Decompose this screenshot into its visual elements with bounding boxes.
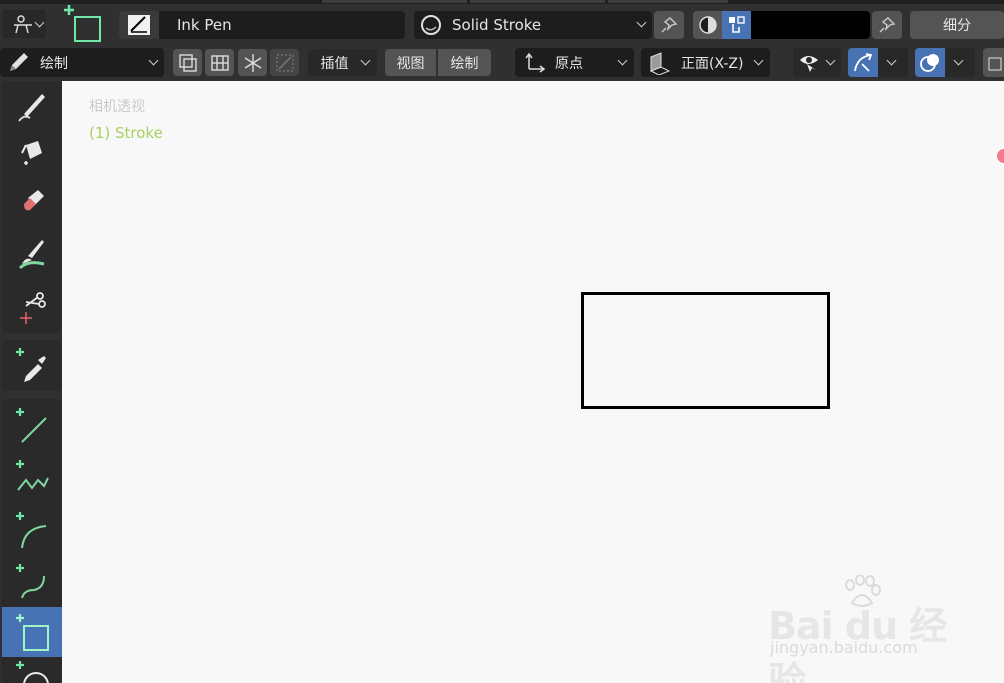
xray-icon bbox=[987, 56, 1002, 71]
pin-icon bbox=[661, 17, 678, 33]
navigation-gizmo-axis[interactable] bbox=[997, 149, 1004, 163]
active-tool-menu[interactable] bbox=[2, 10, 46, 38]
view-menu-label: 视图 bbox=[396, 55, 425, 72]
layers-icon bbox=[178, 53, 197, 72]
fill-tool[interactable] bbox=[2, 128, 62, 178]
gizmo-menu[interactable] bbox=[878, 48, 908, 77]
tool-header: Ink Pen Solid Stroke 细分 bbox=[0, 0, 1004, 45]
arc-icon bbox=[16, 512, 47, 549]
grid-lock-icon bbox=[210, 54, 229, 71]
subdivide-label: 细分 bbox=[943, 18, 971, 34]
curve-edit-toggle[interactable] bbox=[270, 49, 299, 76]
mode-label: 绘制 bbox=[40, 55, 68, 72]
orientation-selector[interactable]: 正面(X-Z) bbox=[641, 48, 770, 77]
eyedropper-icon bbox=[16, 348, 46, 382]
lock-material-toggle[interactable] bbox=[205, 49, 234, 76]
watermark: Bai du 经验 jingyan.baidu.com bbox=[768, 575, 968, 683]
material-sphere-icon bbox=[414, 11, 448, 39]
material-name: Solid Stroke bbox=[452, 16, 542, 34]
tool-settings-icon bbox=[14, 15, 32, 34]
eyedropper-tool[interactable] bbox=[2, 341, 62, 391]
curve-icon bbox=[16, 564, 45, 599]
snowflake-icon bbox=[244, 53, 261, 72]
circle-tool[interactable] bbox=[2, 659, 62, 683]
draw-menu-label: 绘制 bbox=[450, 55, 479, 72]
xray-toggle[interactable] bbox=[983, 48, 1004, 77]
header-edge bbox=[0, 0, 1004, 4]
eye-cursor-icon bbox=[800, 55, 818, 72]
material-color-mode-button[interactable] bbox=[693, 11, 722, 39]
brush-icon bbox=[18, 240, 45, 270]
polyline-icon bbox=[16, 460, 49, 491]
curve-tool[interactable] bbox=[2, 557, 62, 607]
pen-icon bbox=[18, 94, 45, 122]
subdivide-button[interactable]: 细分 bbox=[910, 11, 1004, 39]
overlay-menu[interactable] bbox=[945, 48, 975, 77]
pencil-mode-icon bbox=[10, 52, 28, 71]
stroke-color-swatch[interactable] bbox=[751, 11, 870, 39]
mode-selector[interactable]: 绘制 bbox=[0, 48, 164, 77]
polyline-tool[interactable] bbox=[2, 453, 62, 503]
orientation-label: 正面(X-Z) bbox=[681, 55, 744, 72]
interpolate-label: 插值 bbox=[320, 55, 349, 72]
vertex-paint-icon bbox=[728, 16, 745, 33]
object-visibility-menu[interactable] bbox=[793, 48, 841, 77]
scissors-icon bbox=[20, 292, 46, 324]
color-pin-button[interactable] bbox=[872, 11, 902, 39]
draw-tool[interactable] bbox=[2, 81, 62, 131]
interpolate-menu[interactable]: 插值 bbox=[308, 49, 377, 76]
material-selector[interactable]: Solid Stroke bbox=[414, 11, 652, 39]
viewport-object-name: (1) Stroke bbox=[89, 124, 163, 142]
axis-icon bbox=[525, 52, 546, 73]
snowflake-toggle[interactable] bbox=[238, 49, 267, 76]
gizmo-icon bbox=[854, 52, 873, 72]
box-tool-indicator-icon bbox=[60, 4, 104, 44]
cutter-tool[interactable] bbox=[2, 281, 62, 331]
pivot-label: 原点 bbox=[555, 55, 583, 72]
overlay-icon bbox=[920, 53, 939, 72]
pivot-selector[interactable]: 原点 bbox=[515, 48, 634, 77]
material-pin-button[interactable] bbox=[654, 11, 684, 39]
brush-name: Ink Pen bbox=[177, 16, 232, 34]
watermark-url: jingyan.baidu.com bbox=[770, 638, 918, 657]
multiframe-toggle[interactable] bbox=[173, 49, 202, 76]
plane-icon bbox=[649, 51, 671, 75]
line-tool[interactable] bbox=[2, 401, 62, 451]
line-icon bbox=[16, 408, 47, 443]
dotted-curve-icon bbox=[275, 53, 294, 72]
bucket-icon bbox=[21, 141, 42, 165]
drawn-rectangle-stroke[interactable] bbox=[581, 292, 830, 409]
vertex-color-mode-button[interactable] bbox=[722, 11, 751, 39]
view-menu[interactable]: 视图 bbox=[385, 49, 436, 76]
pin-icon bbox=[879, 17, 896, 33]
brush-preview-icon bbox=[119, 11, 159, 39]
box-tool[interactable] bbox=[2, 607, 62, 657]
overlay-toggle[interactable] bbox=[915, 48, 945, 77]
brush-selector[interactable]: Ink Pen bbox=[119, 11, 405, 39]
circle-icon bbox=[16, 661, 49, 683]
erase-tool[interactable] bbox=[2, 179, 62, 229]
tool-shelf bbox=[0, 81, 62, 683]
shading-icon bbox=[698, 16, 717, 34]
arc-tool[interactable] bbox=[2, 505, 62, 555]
gizmo-toggle[interactable] bbox=[848, 48, 878, 77]
draw-menu[interactable]: 绘制 bbox=[438, 49, 491, 76]
box-icon bbox=[16, 614, 49, 651]
eraser-icon bbox=[24, 190, 44, 211]
viewport-view-name: 相机透视 bbox=[89, 99, 145, 115]
tint-tool[interactable] bbox=[2, 229, 62, 279]
